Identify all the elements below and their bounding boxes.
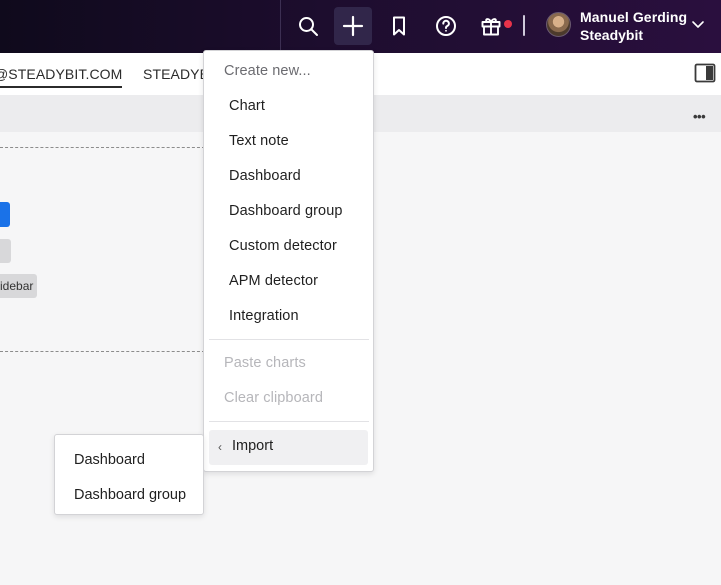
topbar-separator	[523, 15, 525, 36]
drop-zone-bottom-border	[0, 351, 205, 352]
menu-item-dashboard-group[interactable]: Dashboard group	[229, 203, 343, 219]
import-label: Import	[232, 438, 274, 454]
user-name[interactable]: Manuel Gerding	[580, 9, 687, 25]
menu-item-custom-detector[interactable]: Custom detector	[229, 238, 337, 254]
menu-item-integration[interactable]: Integration	[229, 308, 299, 324]
notification-dot	[504, 20, 512, 28]
panel-toggle-icon[interactable]	[694, 63, 716, 83]
drop-zone-top-border	[0, 147, 205, 148]
more-options-button[interactable]: •••	[693, 110, 715, 124]
menu-item-import[interactable]: ‹ Import	[209, 430, 368, 465]
plus-icon[interactable]	[334, 7, 372, 45]
menu-heading: Create new...	[224, 63, 311, 79]
help-icon[interactable]	[427, 7, 465, 45]
menu-divider	[209, 339, 369, 340]
bookmark-icon[interactable]	[380, 7, 418, 45]
avatar[interactable]	[546, 12, 571, 37]
sidebar-chip[interactable]: idebar	[0, 274, 37, 298]
import-submenu: Dashboard Dashboard group	[54, 434, 204, 515]
chevron-left-icon: ‹	[218, 440, 222, 454]
menu-item-apm-detector[interactable]: APM detector	[229, 273, 318, 289]
user-organization[interactable]: Steadybit	[580, 27, 643, 43]
menu-item-clear-clipboard: Clear clipboard	[224, 390, 324, 406]
menu-divider	[209, 421, 369, 422]
submenu-item-dashboard[interactable]: Dashboard	[74, 452, 145, 468]
menu-item-text-note[interactable]: Text note	[229, 133, 289, 149]
chevron-down-icon[interactable]	[691, 17, 705, 31]
menu-item-chart[interactable]: Chart	[229, 98, 265, 114]
search-icon[interactable]	[289, 7, 327, 45]
tab-steadybit-com[interactable]: @STEADYBIT.COM	[0, 66, 123, 88]
menu-item-paste-charts: Paste charts	[224, 355, 306, 371]
create-new-menu: Create new... Chart Text note Dashboard …	[203, 50, 374, 472]
top-navigation-bar: Manuel Gerding Steadybit	[0, 0, 721, 53]
menu-item-dashboard[interactable]: Dashboard	[229, 168, 301, 184]
primary-action-button[interactable]	[0, 202, 10, 227]
secondary-action-button[interactable]	[0, 239, 11, 263]
topbar-divider	[280, 0, 281, 53]
submenu-item-dashboard-group[interactable]: Dashboard group	[74, 487, 186, 503]
